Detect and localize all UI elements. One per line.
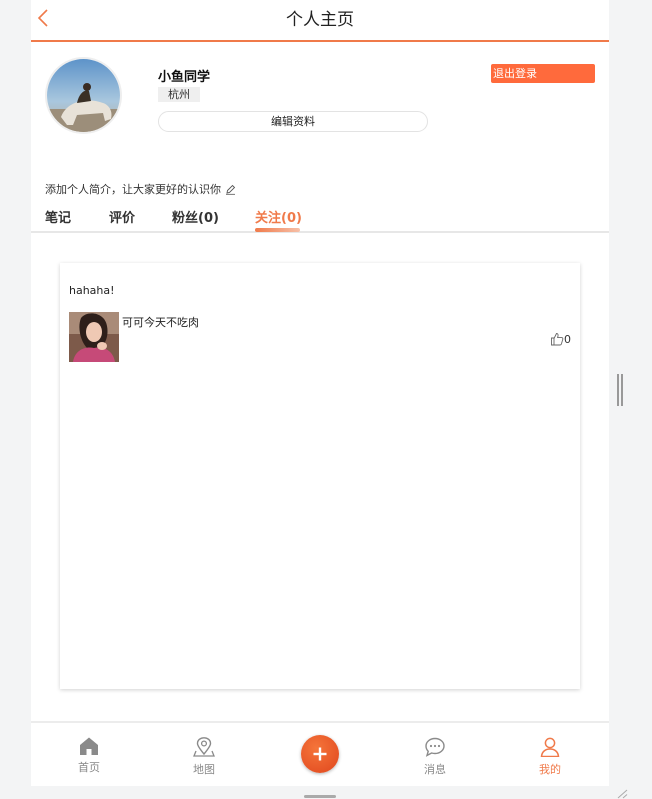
plus-icon xyxy=(313,747,327,761)
nav-map-label: 地图 xyxy=(193,763,215,776)
tab-notes[interactable]: 笔记 xyxy=(45,207,71,226)
header: 个人主页 xyxy=(31,0,609,42)
user-icon xyxy=(540,737,560,758)
content-area: hahaha! 可可今天不吃肉 0 xyxy=(31,233,609,720)
nav-messages[interactable]: 消息 xyxy=(405,737,465,777)
nav-messages-label: 消息 xyxy=(424,763,446,776)
bio-prompt[interactable]: 添加个人简介，让大家更好的认识你 xyxy=(45,181,236,197)
bio-text: 添加个人简介，让大家更好的认识你 xyxy=(45,183,221,196)
like-button[interactable]: 0 xyxy=(550,332,571,346)
scrollbar-handle[interactable] xyxy=(617,374,623,406)
bottom-nav: 首页 地图 消息 我的 xyxy=(31,721,609,786)
post-caption: 可可今天不吃肉 xyxy=(122,316,199,329)
avatar[interactable] xyxy=(45,57,122,134)
chat-icon xyxy=(425,737,445,757)
city-tag: 杭州 xyxy=(158,87,200,102)
tab-reviews[interactable]: 评价 xyxy=(109,207,135,226)
post-thumbnail[interactable] xyxy=(69,312,119,362)
map-pin-icon xyxy=(193,737,215,757)
post-text: hahaha! xyxy=(69,284,115,297)
app-screen: 个人主页 小鱼同学 杭州 编辑资料 退出登录 添加个人简介，让大家更好的认识你 xyxy=(31,0,609,786)
post-photo xyxy=(69,312,119,362)
nav-home-label: 首页 xyxy=(78,761,100,774)
tab-following[interactable]: 关注(0) xyxy=(255,207,302,226)
nav-me-label: 我的 xyxy=(539,763,561,776)
pencil-icon xyxy=(226,184,236,195)
active-tab-indicator xyxy=(255,228,300,232)
avatar-photo xyxy=(47,59,120,132)
resize-grip-icon[interactable] xyxy=(616,789,628,799)
profile-tabs: 笔记 评价 粉丝(0) 关注(0) xyxy=(31,200,609,233)
edit-profile-button[interactable]: 编辑资料 xyxy=(158,111,428,132)
nav-home[interactable]: 首页 xyxy=(59,737,119,775)
home-indicator xyxy=(304,795,336,798)
nav-map[interactable]: 地图 xyxy=(174,737,234,777)
nav-me[interactable]: 我的 xyxy=(520,737,580,777)
thumbs-up-icon xyxy=(551,333,564,346)
tab-followers[interactable]: 粉丝(0) xyxy=(172,207,219,226)
home-icon xyxy=(80,737,98,755)
username: 小鱼同学 xyxy=(158,70,211,85)
logout-button[interactable]: 退出登录 xyxy=(491,64,595,83)
post-card[interactable]: hahaha! 可可今天不吃肉 0 xyxy=(60,263,580,689)
page-title: 个人主页 xyxy=(286,10,354,30)
publish-button[interactable] xyxy=(301,735,339,773)
like-count: 0 xyxy=(564,332,571,346)
